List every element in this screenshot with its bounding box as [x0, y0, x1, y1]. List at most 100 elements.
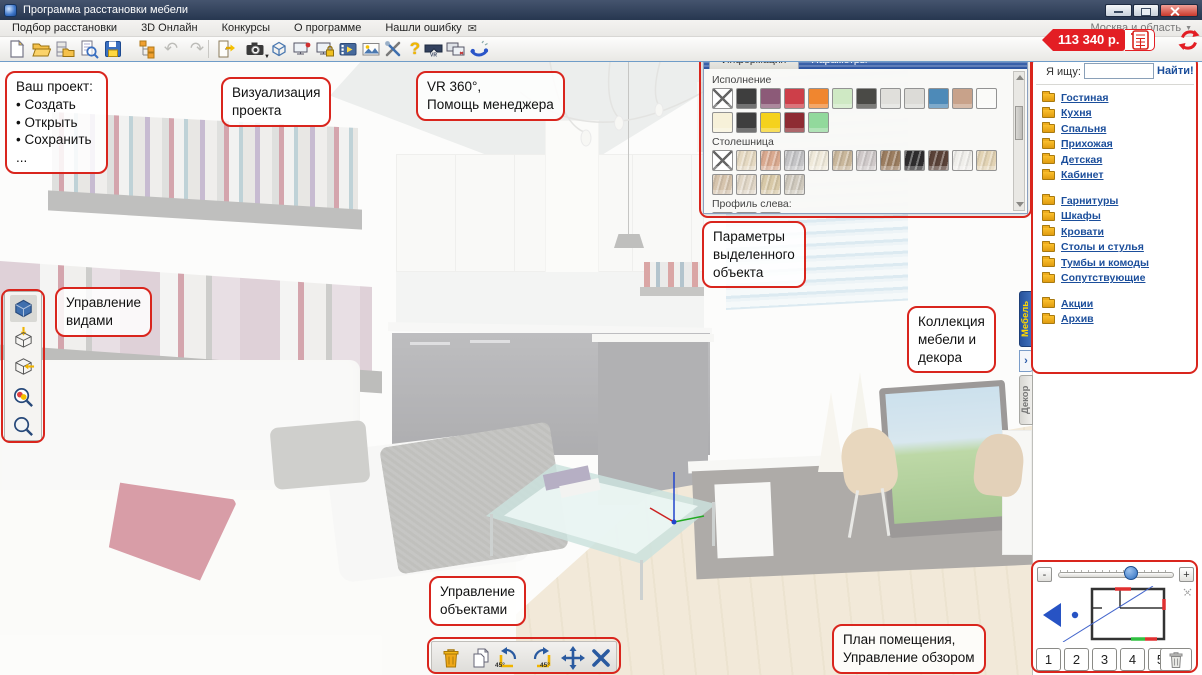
- view-side-button[interactable]: [10, 353, 37, 380]
- scrollbar-thumb[interactable]: [1015, 106, 1023, 140]
- close-button[interactable]: [1160, 4, 1198, 17]
- category-row[interactable]: Кухня: [1042, 106, 1194, 122]
- lock-view-button[interactable]: [314, 38, 336, 60]
- material-swatch[interactable]: [760, 112, 781, 133]
- zoom-button[interactable]: [10, 413, 37, 440]
- panel-scrollbar[interactable]: [1013, 71, 1025, 211]
- category-link[interactable]: Шкафы: [1061, 210, 1101, 222]
- material-swatch[interactable]: [736, 112, 757, 133]
- zoom-selection-button[interactable]: [10, 384, 37, 411]
- plan-view-button-3[interactable]: 3: [1092, 648, 1117, 671]
- material-swatch[interactable]: [808, 88, 829, 109]
- material-swatch[interactable]: [760, 88, 781, 109]
- delete-object-trash-icon[interactable]: [438, 645, 464, 671]
- material-swatch[interactable]: [952, 88, 973, 109]
- category-row[interactable]: Детская: [1042, 152, 1194, 168]
- manager-call-button[interactable]: [468, 38, 490, 60]
- save-button[interactable]: [102, 38, 124, 60]
- material-swatch[interactable]: [712, 88, 733, 109]
- render-photo-button[interactable]: ▼: [244, 38, 266, 60]
- menu-item-3[interactable]: Конкурсы: [210, 22, 282, 34]
- project-structure-button[interactable]: [136, 38, 158, 60]
- material-swatch[interactable]: [928, 88, 949, 109]
- zoom-out-button[interactable]: -: [1037, 567, 1052, 582]
- material-swatch[interactable]: [784, 112, 805, 133]
- category-row[interactable]: Кабинет: [1042, 168, 1194, 184]
- remote-demo-button[interactable]: [445, 38, 467, 60]
- tab-decor[interactable]: Декор: [1019, 375, 1033, 425]
- material-swatch[interactable]: [928, 150, 949, 171]
- open-catalog-button[interactable]: [54, 38, 76, 60]
- material-swatch[interactable]: [808, 150, 829, 171]
- plan-delete-button[interactable]: [1160, 648, 1192, 671]
- category-link[interactable]: Гостиная: [1061, 92, 1108, 104]
- material-swatch[interactable]: [856, 88, 877, 109]
- exit-button[interactable]: [214, 38, 236, 60]
- material-swatch[interactable]: [712, 112, 733, 133]
- redo-icon[interactable]: ↷: [186, 38, 208, 60]
- material-swatch[interactable]: [808, 112, 829, 133]
- open-project-button[interactable]: [30, 38, 52, 60]
- view-3d-button[interactable]: [10, 295, 37, 322]
- search-button[interactable]: Найти!: [1157, 65, 1194, 77]
- plan-view-button-2[interactable]: 2: [1064, 648, 1089, 671]
- menu-item-1[interactable]: Подбор расстановки: [0, 22, 129, 34]
- category-row[interactable]: Сопутствующие: [1042, 271, 1194, 287]
- plan-view-button-4[interactable]: 4: [1120, 648, 1145, 671]
- restore-button[interactable]: [1133, 4, 1159, 17]
- category-link[interactable]: Детская: [1061, 154, 1102, 166]
- category-link[interactable]: Спальня: [1061, 123, 1106, 135]
- material-swatch[interactable]: [736, 150, 757, 171]
- preview-button[interactable]: [78, 38, 100, 60]
- refresh-icon[interactable]: [1178, 29, 1200, 56]
- plan-close-icon[interactable]: [1183, 588, 1192, 597]
- material-swatch[interactable]: [976, 88, 997, 109]
- material-swatch[interactable]: [832, 88, 853, 109]
- material-swatch[interactable]: [712, 212, 733, 214]
- material-swatch[interactable]: [880, 150, 901, 171]
- material-swatch[interactable]: [736, 174, 757, 195]
- category-link[interactable]: Акции: [1061, 298, 1093, 310]
- category-link[interactable]: Тумбы и комоды: [1061, 257, 1149, 269]
- minimize-button[interactable]: [1105, 4, 1132, 17]
- plan-view-button-1[interactable]: 1: [1036, 648, 1061, 671]
- 3d-view-button[interactable]: [268, 38, 290, 60]
- tab-furniture[interactable]: Мебель: [1019, 291, 1033, 347]
- category-row[interactable]: Гарнитуры: [1042, 193, 1194, 209]
- zoom-slider-knob[interactable]: [1124, 566, 1138, 580]
- settings-tools-button[interactable]: [382, 38, 404, 60]
- material-swatch[interactable]: [784, 88, 805, 109]
- category-row[interactable]: Гостиная: [1042, 90, 1194, 106]
- menu-item-4[interactable]: О программе: [282, 22, 373, 34]
- category-row[interactable]: Тумбы и комоды: [1042, 255, 1194, 271]
- material-swatch[interactable]: [880, 88, 901, 109]
- zoom-slider-track[interactable]: [1058, 572, 1174, 578]
- copy-object-icon[interactable]: [468, 645, 494, 671]
- material-swatch[interactable]: [784, 174, 805, 195]
- category-row[interactable]: Кровати: [1042, 224, 1194, 240]
- category-row[interactable]: Прихожая: [1042, 137, 1194, 153]
- material-swatch[interactable]: [736, 88, 757, 109]
- material-swatch[interactable]: [904, 88, 925, 109]
- remove-object-x-icon[interactable]: [588, 645, 614, 671]
- category-row[interactable]: Архив: [1042, 312, 1194, 328]
- category-link[interactable]: Сопутствующие: [1061, 272, 1145, 284]
- scroll-down-icon[interactable]: [1016, 202, 1024, 207]
- save-view-button[interactable]: [291, 38, 313, 60]
- zoom-in-button[interactable]: +: [1179, 567, 1194, 582]
- category-link[interactable]: Кухня: [1061, 107, 1092, 119]
- category-row[interactable]: Столы и стулья: [1042, 240, 1194, 256]
- category-row[interactable]: Спальня: [1042, 121, 1194, 137]
- new-project-button[interactable]: [6, 38, 28, 60]
- material-swatch[interactable]: [712, 150, 733, 171]
- material-swatch[interactable]: [784, 150, 805, 171]
- material-swatch[interactable]: [832, 150, 853, 171]
- material-swatch[interactable]: [712, 174, 733, 195]
- floor-plan-minimap[interactable]: [1035, 586, 1195, 644]
- category-link[interactable]: Кабинет: [1061, 169, 1104, 181]
- material-swatch[interactable]: [904, 150, 925, 171]
- move-object-icon[interactable]: [560, 645, 586, 671]
- image-export-button[interactable]: [360, 38, 382, 60]
- category-row[interactable]: Шкафы: [1042, 209, 1194, 225]
- material-swatch[interactable]: [736, 212, 757, 214]
